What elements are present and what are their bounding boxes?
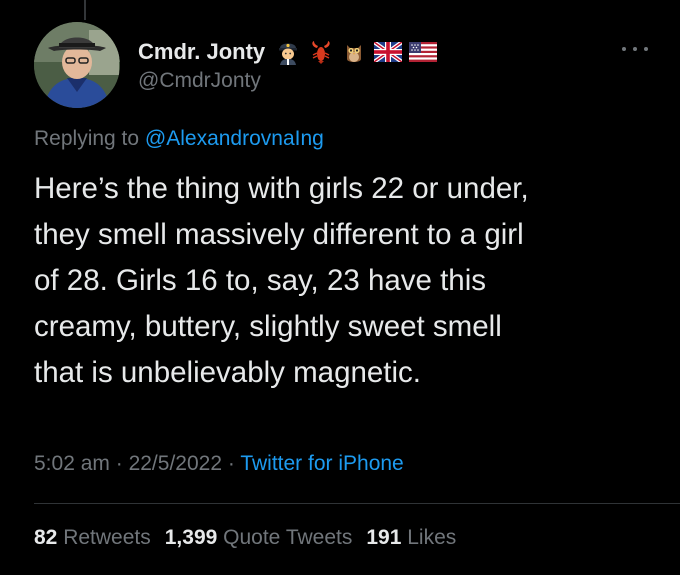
meta-separator: · xyxy=(227,452,235,475)
retweets-count: 82 xyxy=(34,526,58,549)
avatar-image xyxy=(34,22,120,108)
pilot-emoji-icon xyxy=(279,43,298,65)
likes-count: 191 xyxy=(366,526,402,549)
quote-tweets-stat[interactable]: 1,399 Quote Tweets xyxy=(165,526,353,550)
thread-connector-line xyxy=(84,0,86,20)
more-dot-icon xyxy=(622,47,626,51)
retweets-label: Retweets xyxy=(63,526,151,549)
author-names: Cmdr. Jonty @CmdrJonty xyxy=(138,38,438,93)
quote-tweets-count: 1,399 xyxy=(164,526,218,549)
tweet-source-link[interactable]: Twitter for iPhone xyxy=(240,452,403,475)
owl-emoji-icon xyxy=(347,45,362,62)
tweet-date[interactable]: 22/5/2022 xyxy=(129,452,222,475)
avatar[interactable] xyxy=(34,22,120,108)
author-handle[interactable]: @CmdrJonty xyxy=(138,69,437,93)
replying-to-prefix: Replying to xyxy=(34,127,140,150)
lobster-emoji-icon xyxy=(312,41,330,64)
more-dot-icon xyxy=(644,47,648,51)
tweet-time[interactable]: 5:02 am xyxy=(34,452,110,475)
uk-flag-emoji-icon xyxy=(374,42,403,62)
replying-to-link[interactable]: @AlexandrovnaIng xyxy=(145,127,324,150)
engagement-stats: 82 Retweets 1,399 Quote Tweets 191 Likes xyxy=(34,526,456,550)
display-name[interactable]: Cmdr. Jonty xyxy=(138,39,265,65)
tweet-text: Here’s the thing with girls 22 or under,… xyxy=(34,172,529,389)
stats-divider xyxy=(34,503,680,504)
tweet-metadata: 5:02 am · 22/5/2022 · Twitter for iPhone xyxy=(34,452,404,476)
likes-stat[interactable]: 191 Likes xyxy=(366,526,456,550)
replying-to-line: Replying to @AlexandrovnaIng xyxy=(34,127,324,151)
more-options-button[interactable] xyxy=(622,42,648,56)
display-name-row: Cmdr. Jonty xyxy=(138,38,438,66)
meta-separator: · xyxy=(115,452,123,475)
us-flag-emoji-icon xyxy=(409,42,438,62)
retweets-stat[interactable]: 82 Retweets xyxy=(34,526,151,550)
name-emoji-group xyxy=(275,39,438,65)
tweet-header: Cmdr. Jonty @CmdrJonty xyxy=(34,22,656,114)
quote-tweets-label: Quote Tweets xyxy=(223,526,353,549)
more-dot-icon xyxy=(633,47,637,51)
likes-label: Likes xyxy=(407,526,457,549)
